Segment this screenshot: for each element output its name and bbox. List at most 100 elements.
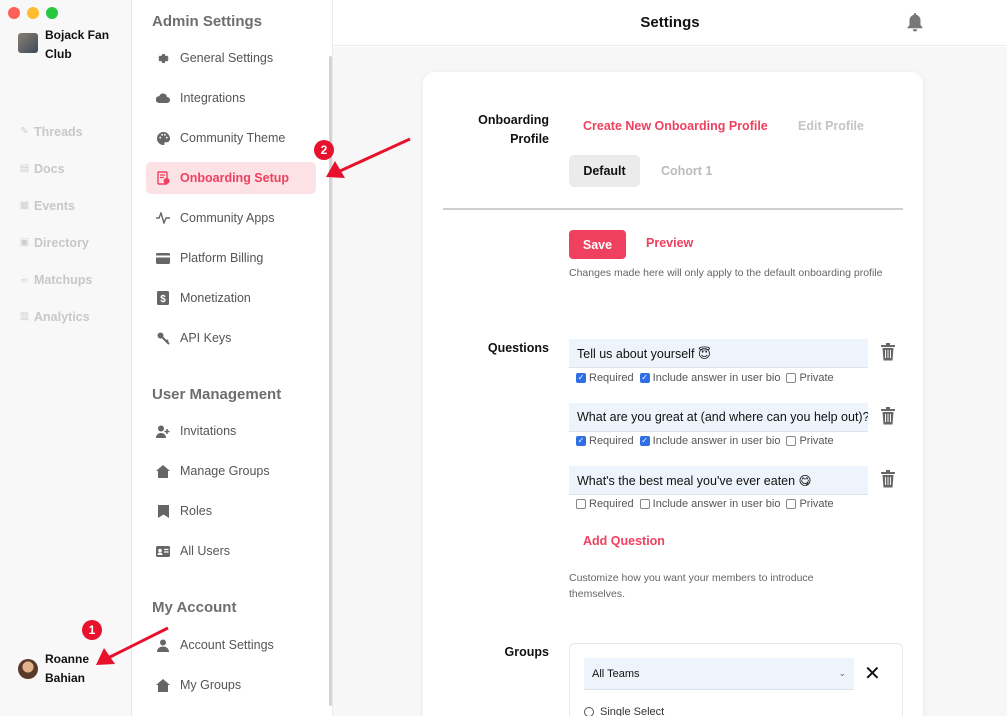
rail-item-directory[interactable]: ▣ Directory [19, 224, 92, 261]
required-option[interactable]: Required [576, 498, 634, 510]
minimize-window-button[interactable] [27, 7, 39, 19]
private-checkbox[interactable] [786, 373, 797, 383]
calendar-icon: ▦ [19, 200, 30, 211]
sidebar-item-label: Manage Groups [180, 464, 270, 478]
sidebar-item-general-settings[interactable]: General Settings [146, 42, 316, 74]
dollar-icon: $ [156, 291, 170, 305]
required-option[interactable]: ✓ Required [576, 435, 634, 447]
include-bio-checkbox[interactable] [639, 499, 650, 509]
sidebar-item-my-groups[interactable]: My Groups [146, 669, 316, 701]
preview-link[interactable]: Preview [646, 236, 693, 250]
sidebar-item-label: Monetization [180, 291, 251, 305]
groups-label: Groups [504, 645, 549, 659]
user-management-title: User Management [152, 386, 282, 403]
rail-item-analytics[interactable]: ▥ Analytics [19, 298, 92, 335]
pencil-icon: ✎ [20, 126, 29, 137]
save-note: Changes made here will only apply to the… [569, 267, 883, 279]
question-input[interactable]: Tell us about yourself 😇 [569, 339, 868, 368]
sidebar-item-onboarding-setup[interactable]: Onboarding Setup [146, 162, 316, 194]
sidebar-item-invitations[interactable]: Invitations [146, 415, 316, 447]
required-checkbox[interactable]: ✓ [576, 373, 586, 383]
sidebar-item-label: Community Theme [180, 131, 286, 145]
bookmark-icon [156, 504, 170, 518]
option-label: Private [799, 435, 834, 447]
rail-item-events[interactable]: ▦ Events [19, 187, 92, 224]
save-button[interactable]: Save [569, 230, 626, 259]
required-checkbox[interactable] [576, 499, 586, 509]
private-checkbox[interactable] [786, 436, 797, 446]
credit-card-icon [156, 251, 170, 265]
required-checkbox[interactable]: ✓ [576, 436, 586, 446]
sidebar-item-integrations[interactable]: Integrations [146, 82, 316, 114]
single-select-option[interactable]: Single Select [584, 706, 664, 716]
rail-item-matchups[interactable]: ☕ Matchups [19, 261, 92, 298]
rail-item-docs[interactable]: ▤ Docs [19, 150, 92, 187]
private-option[interactable]: Private [786, 435, 834, 447]
required-option[interactable]: ✓ Required [576, 372, 634, 384]
sidebar-item-account-settings[interactable]: Account Settings [146, 629, 316, 661]
sidebar-item-monetization[interactable]: $ Monetization [146, 282, 316, 314]
include-bio-checkbox[interactable]: ✓ [639, 373, 650, 383]
tab-default[interactable]: Default [569, 155, 640, 187]
cloud-icon [156, 91, 170, 105]
rail-item-label: Matchups [34, 272, 93, 287]
sidebar-item-platform-billing[interactable]: Platform Billing [146, 242, 316, 274]
close-icon[interactable]: ✕ [864, 663, 881, 685]
pulse-icon [156, 211, 170, 225]
sidebar-item-api-keys[interactable]: API Keys [146, 322, 316, 354]
tab-cohort-1[interactable]: Cohort 1 [661, 164, 712, 178]
annotation-badge-1: 1 [82, 620, 102, 640]
add-question-link[interactable]: Add Question [583, 534, 665, 548]
svg-text:$: $ [160, 294, 166, 305]
sidebar-item-label: General Settings [180, 51, 274, 65]
trash-icon[interactable] [880, 470, 896, 488]
questions-label: Questions [487, 341, 549, 355]
sidebar-item-manage-groups[interactable]: Manage Groups [146, 455, 316, 487]
include-bio-option[interactable]: ✓ Include answer in user bio [639, 372, 780, 384]
rail-item-threads[interactable]: ✎ Threads [19, 113, 92, 150]
option-label: Include answer in user bio [652, 498, 781, 510]
community-rail: Bojack Fan Club ✎ Threads ▤ Docs ▦ Events ▣… [0, 0, 132, 716]
sidebar-item-label: My Groups [180, 678, 242, 692]
add-user-icon [156, 424, 170, 438]
sidebar-item-community-apps[interactable]: Community Apps [146, 202, 316, 234]
private-checkbox[interactable] [786, 499, 797, 509]
create-onboarding-profile-link[interactable]: Create New Onboarding Profile [583, 119, 768, 133]
maximize-window-button[interactable] [46, 7, 58, 19]
question-input[interactable]: What's the best meal you've ever eaten 😋 [569, 466, 868, 495]
chart-icon: ▥ [19, 311, 30, 322]
community-logo [18, 33, 38, 53]
include-bio-option[interactable]: Include answer in user bio [639, 498, 781, 510]
sidebar-item-community-theme[interactable]: Community Theme [146, 122, 316, 154]
private-option[interactable]: Private [786, 498, 834, 510]
trash-icon[interactable] [880, 407, 896, 425]
current-user[interactable]: Roanne Bahian [18, 650, 115, 688]
rail-item-label: Threads [34, 124, 83, 139]
sidebar-item-all-users[interactable]: All Users [146, 535, 316, 567]
document-icon: ▤ [19, 163, 30, 174]
option-label: Private [799, 498, 834, 510]
sidebar-item-label: Platform Billing [180, 251, 264, 265]
key-icon [156, 331, 170, 345]
option-label: Required [589, 498, 634, 510]
option-label: Required [589, 372, 634, 384]
single-select-label: Single Select [600, 706, 665, 716]
question-input[interactable]: What are you great at (and where can you… [569, 403, 868, 432]
trash-icon[interactable] [880, 343, 896, 361]
single-select-radio[interactable] [584, 707, 594, 716]
annotation-badge-2: 2 [314, 140, 334, 160]
edit-profile-link[interactable]: Edit Profile [798, 119, 864, 133]
private-option[interactable]: Private [786, 372, 834, 384]
groups-select[interactable]: All Teams ⌄ [584, 658, 854, 690]
include-bio-option[interactable]: ✓ Include answer in user bio [639, 435, 780, 447]
notifications-bell-icon[interactable] [906, 12, 926, 32]
coffee-icon: ☕ [20, 274, 29, 285]
sidebar-item-roles[interactable]: Roles [146, 495, 316, 527]
onboarding-icon [156, 171, 170, 185]
sidebar-item-label: API Keys [180, 331, 232, 345]
community-switcher[interactable]: Bojack Fan Club [18, 26, 125, 64]
admin-settings-title: Admin Settings [152, 13, 263, 30]
close-window-button[interactable] [8, 7, 20, 19]
home-icon [156, 678, 170, 692]
include-bio-checkbox[interactable]: ✓ [639, 436, 650, 446]
